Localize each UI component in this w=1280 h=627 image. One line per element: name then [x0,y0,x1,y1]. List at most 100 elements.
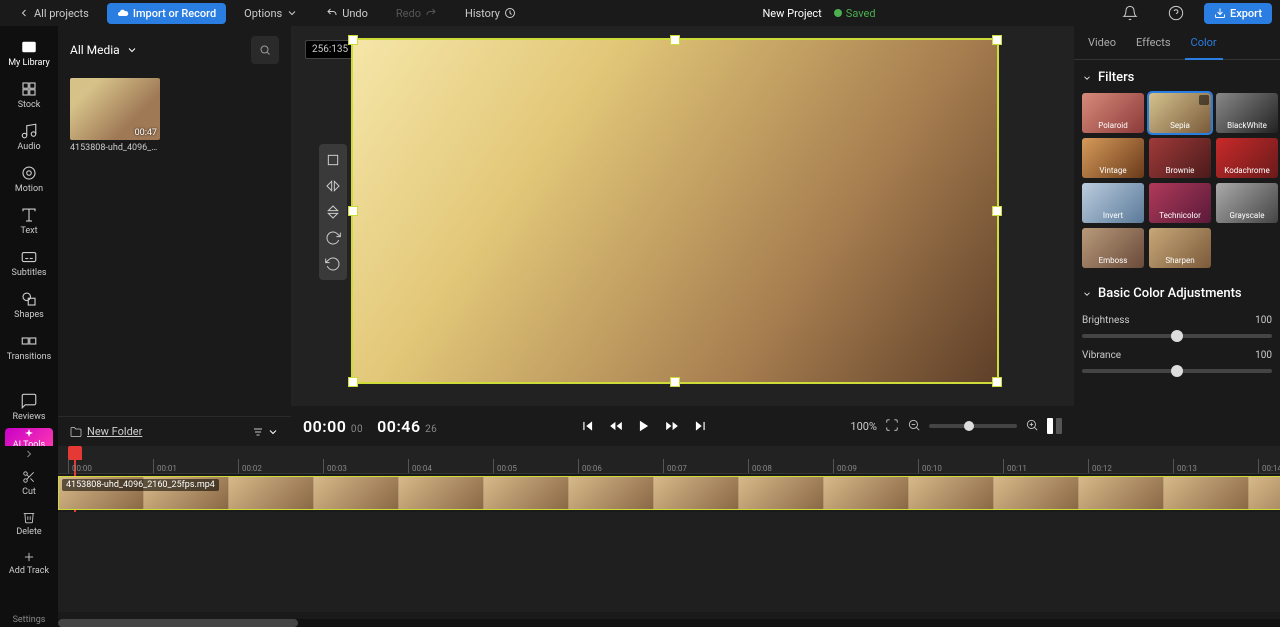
all-projects-link[interactable]: All projects [8,3,99,24]
help-icon [1168,5,1184,21]
filters-section-header[interactable]: Filters [1074,60,1280,93]
rewind-button[interactable] [609,419,623,433]
preview-canvas[interactable] [351,38,999,384]
sidebar-item-my-library[interactable]: My Library [0,32,58,74]
undo-icon [326,7,338,19]
transitions-icon [20,332,38,350]
zoom-percent: 100% [850,420,877,433]
sidebar-item-stock[interactable]: Stock [0,74,58,116]
tab-effects[interactable]: Effects [1126,26,1181,59]
fullscreen-button[interactable] [885,418,899,435]
sidebar-item-motion[interactable]: Motion [0,158,58,200]
video-track[interactable]: 4153808-uhd_4096_2160_25fps.mp4 [58,476,1280,510]
filter-sepia[interactable]: Sepia [1149,93,1211,133]
resize-handle[interactable] [670,35,680,45]
new-folder-button[interactable]: New Folder [70,425,142,438]
sidebar-item-text[interactable]: Text [0,200,58,242]
sidebar-item-subtitles[interactable]: Subtitles [0,242,58,284]
folder-plus-icon [70,426,82,438]
chevron-down-icon [126,44,138,56]
chevron-down-icon [1082,289,1092,299]
next-clip-button[interactable] [693,419,707,433]
filter-grayscale[interactable]: Grayscale [1216,183,1278,223]
help-button[interactable] [1158,1,1194,25]
sidebar-item-audio[interactable]: Audio [0,116,58,158]
flip-h-tool[interactable] [323,176,343,196]
filter-sharpen[interactable]: Sharpen [1149,228,1211,268]
brightness-row: Brightness100 [1074,309,1280,344]
reviews-icon [20,392,38,410]
playback-bar: 00:00 00 00:46 26 100% [291,406,1074,446]
flip-v-tool[interactable] [323,202,343,222]
timeline[interactable]: 00:0000:0100:0200:0300:0400:0500:0600:07… [58,446,1280,627]
playhead[interactable] [68,446,82,460]
undo-button[interactable]: Undo [316,3,378,24]
horizontal-scrollbar[interactable] [58,619,1280,627]
filter-emboss[interactable]: Emboss [1082,228,1144,268]
prev-clip-button[interactable] [581,419,595,433]
project-name[interactable]: New Project [762,7,821,20]
redo-button[interactable]: Redo [386,3,447,24]
fast-forward-button[interactable] [665,419,679,433]
resize-handle[interactable] [348,377,358,387]
sidebar-item-shapes[interactable]: Shapes [0,284,58,326]
basic-color-section-header[interactable]: Basic Color Adjustments [1074,276,1280,309]
empty-track[interactable] [58,512,1280,612]
resize-handle[interactable] [348,35,358,45]
resize-handle[interactable] [992,377,1002,387]
timeline-clip[interactable]: 4153808-uhd_4096_2160_25fps.mp4 [58,476,1280,510]
clip-name: 4153808-uhd_4096_2... [70,143,160,153]
rotate-ccw-tool[interactable] [323,254,343,274]
applied-badge [1199,95,1209,105]
notifications-button[interactable] [1112,1,1148,25]
tab-color[interactable]: Color [1181,26,1227,59]
sidebar-item-reviews[interactable]: Reviews [0,386,58,428]
cut-button[interactable]: Cut [0,462,58,502]
tab-video[interactable]: Video [1078,26,1126,59]
resize-handle[interactable] [992,35,1002,45]
timeline-ruler[interactable]: 00:0000:0100:0200:0300:0400:0500:0600:07… [58,446,1280,474]
filter-invert[interactable]: Invert [1082,183,1144,223]
snap-toggle[interactable] [1047,418,1062,434]
zoom-out-button[interactable] [907,418,921,435]
filter-technicolor[interactable]: Technicolor [1149,183,1211,223]
stock-icon [20,80,38,98]
preview-area: 256:135 00:00 00 [291,26,1074,446]
audio-icon [20,122,38,140]
zoom-in-button[interactable] [1025,418,1039,435]
filter-polaroid[interactable]: Polaroid [1082,93,1144,133]
sort-button[interactable] [252,426,279,438]
rotate-cw-tool[interactable] [323,228,343,248]
export-button[interactable]: Export [1204,3,1272,24]
filter-blackwhite[interactable]: BlackWhite [1216,93,1278,133]
filter-brownie[interactable]: Brownie [1149,138,1211,178]
expand-timeline-button[interactable] [0,446,58,462]
library-icon [20,38,38,56]
media-clip[interactable]: 00:47 4153808-uhd_4096_2... [70,78,160,153]
add-track-button[interactable]: Add Track [0,542,58,581]
filter-kodachrome[interactable]: Kodachrome [1216,138,1278,178]
media-dropdown[interactable]: All Media [70,43,138,57]
cloud-upload-icon [117,7,129,19]
left-sidebar: My Library Stock Audio Motion Text Subti… [0,26,58,446]
zoom-slider[interactable] [929,424,1017,428]
brightness-slider[interactable] [1082,334,1272,338]
crop-tool[interactable] [323,150,343,170]
settings-link[interactable]: Settings [13,613,46,627]
import-record-button[interactable]: Import or Record [107,3,226,24]
text-icon [20,206,38,224]
chevron-down-icon [286,7,298,19]
vibrance-slider[interactable] [1082,369,1272,373]
play-button[interactable] [637,419,651,433]
options-dropdown[interactable]: Options [234,3,308,24]
resize-handle[interactable] [348,206,358,216]
search-button[interactable] [251,36,279,64]
sidebar-item-transitions[interactable]: Transitions [0,326,58,368]
resize-handle[interactable] [992,206,1002,216]
filter-vintage[interactable]: Vintage [1082,138,1144,178]
total-time: 00:46 26 [377,417,437,436]
history-button[interactable]: History [455,3,526,24]
clip-label: 4153808-uhd_4096_2160_25fps.mp4 [62,479,219,491]
delete-button[interactable]: Delete [0,502,58,542]
resize-handle[interactable] [670,377,680,387]
